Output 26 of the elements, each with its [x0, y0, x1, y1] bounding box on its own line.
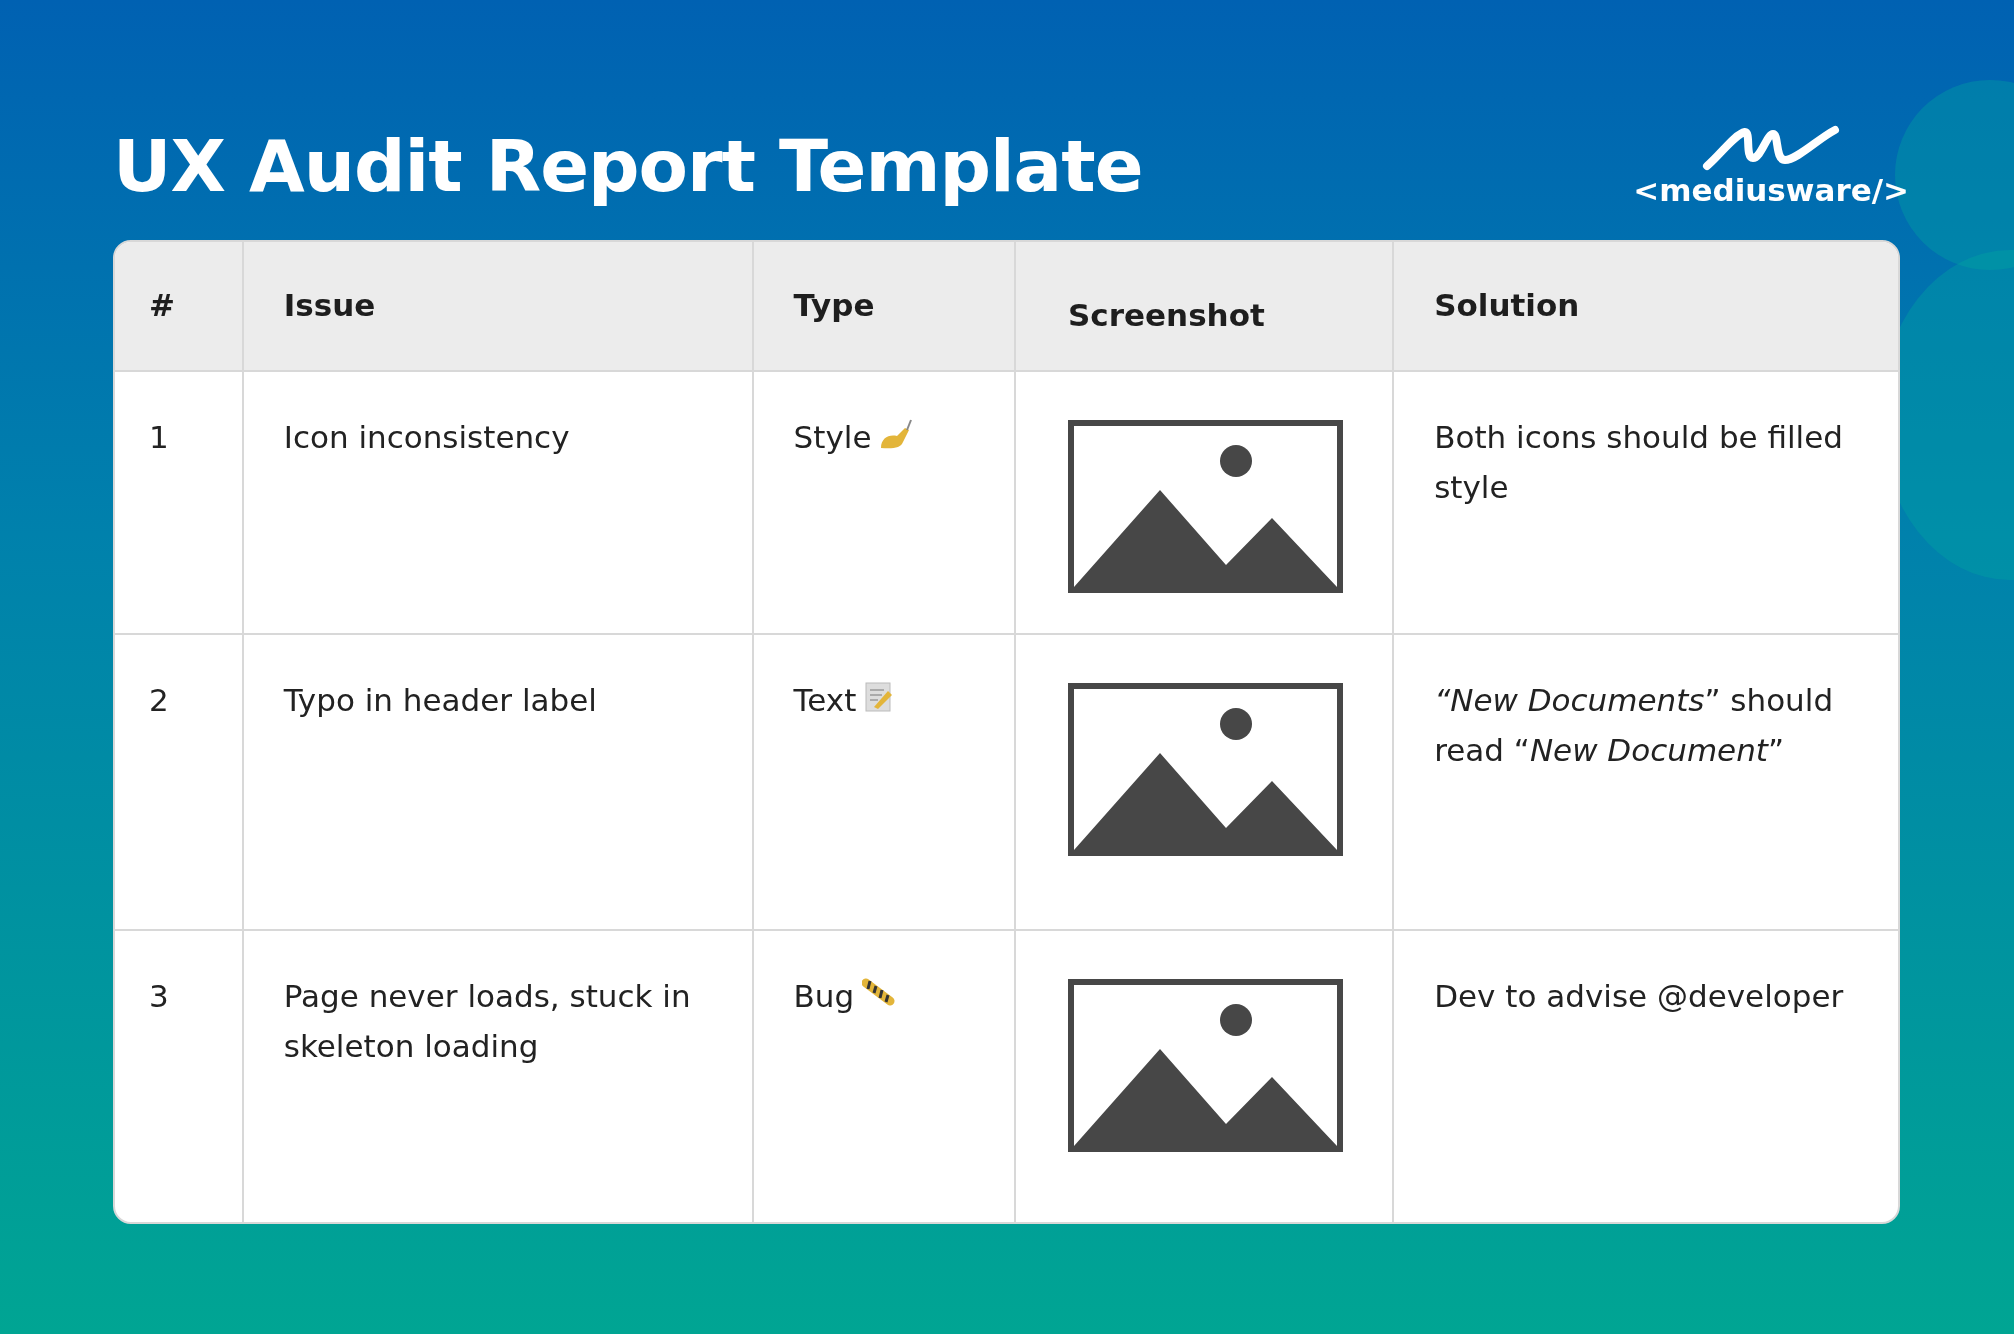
logo-text: <mediusware/>: [1633, 172, 1909, 208]
issue-text: Icon inconsistency: [283, 419, 570, 455]
column-header: Issue: [241, 242, 752, 370]
column-header: Solution: [1392, 242, 1898, 370]
nail-polish-icon: [879, 418, 914, 450]
row-number: 3: [149, 978, 169, 1014]
caterpillar-icon: [862, 977, 897, 1007]
page-title: UX Audit Report Template: [113, 124, 1143, 208]
memo-icon: [864, 681, 895, 713]
issue-text: Page never loads, stuck in skeleton loading: [283, 978, 691, 1064]
logo-icon: [1701, 124, 1842, 172]
column-header: Screenshot: [1014, 242, 1393, 370]
type-label: Style: [793, 418, 872, 457]
solution-text: “New Documents” should read “New Document”: [1434, 682, 1834, 768]
row-number: 2: [149, 682, 169, 718]
type-label: Text: [793, 681, 857, 720]
issue-text: Typo in header label: [283, 682, 597, 718]
type-label: Bug: [793, 977, 855, 1016]
row-number: 1: [149, 419, 169, 455]
column-header: Type: [751, 242, 1014, 370]
image-placeholder-icon: [1068, 979, 1343, 1152]
image-placeholder-icon: [1068, 420, 1343, 593]
image-placeholder-icon: [1068, 683, 1343, 856]
column-header: #: [148, 286, 176, 325]
solution-text: Dev to advise @developer: [1434, 978, 1844, 1014]
solution-text: Both icons should be filled style: [1434, 419, 1843, 505]
